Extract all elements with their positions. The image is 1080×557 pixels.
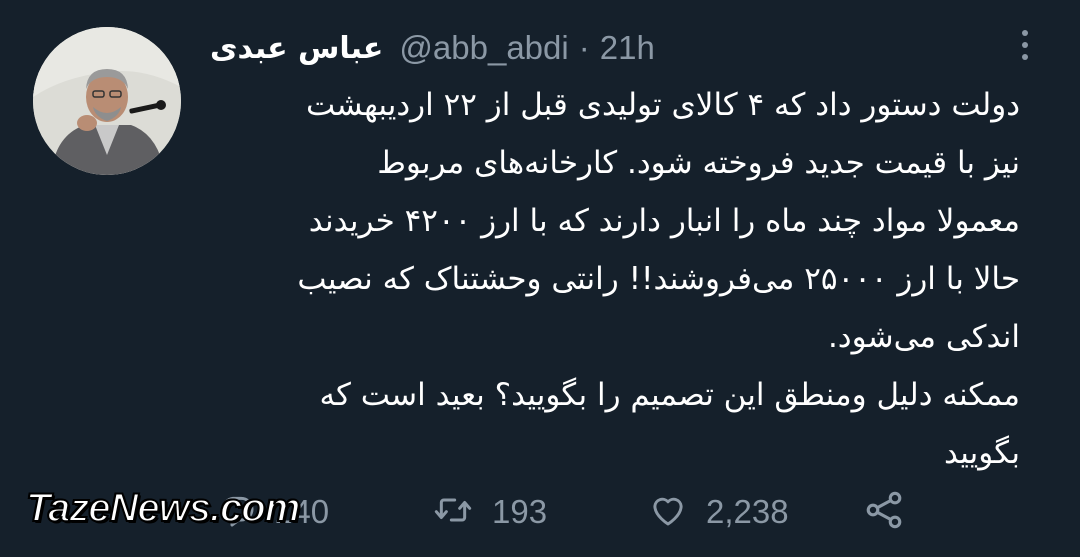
tweet-text-line: معمولا مواد چند ماه را انبار دارند که با… <box>308 203 1020 239</box>
retweet-button[interactable]: 193 <box>428 484 547 540</box>
tweet-text: دولت دستور داد که ۴ کالای تولیدی قبل از … <box>200 76 1020 482</box>
retweet-count: 193 <box>492 493 548 530</box>
tweet-header: عباس عبدی @abb_abdi · 21h <box>210 24 655 72</box>
user-handle[interactable]: @abb_abdi <box>399 29 568 67</box>
tweet-text-line: دولت دستور داد که ۴ کالای تولیدی قبل از … <box>305 87 1020 123</box>
tweet[interactable]: عباس عبدی @abb_abdi · 21h دولت دستور داد… <box>0 0 1080 557</box>
like-count: 2,238 <box>706 493 789 530</box>
tweet-text-line: نیز با قیمت جدید فروخته شود. کارخانه‌های… <box>377 145 1020 181</box>
like-icon <box>644 489 692 535</box>
display-name[interactable]: عباس عبدی <box>210 31 383 66</box>
like-button[interactable]: 2,238 <box>644 484 789 540</box>
timestamp[interactable]: 21h <box>600 29 655 67</box>
avatar-photo <box>33 27 181 175</box>
avatar[interactable] <box>33 27 181 175</box>
more-icon[interactable] <box>1010 30 1040 60</box>
tweet-text-line: اندکی می‌شود. <box>827 319 1020 355</box>
retweet-icon <box>428 490 478 534</box>
separator-dot: · <box>578 29 590 66</box>
tweet-text-line: حالا با ارز ۲۵۰۰۰ می‌فروشند!! رانتی وحشت… <box>297 261 1020 297</box>
tweet-text-line: بگویید <box>943 435 1020 471</box>
share-button[interactable] <box>860 484 908 540</box>
watermark-logo: TazeNews.com <box>25 485 301 531</box>
tweet-text-line: ممکنه دلیل ومنطق این تصمیم را بگویید؟ بع… <box>319 377 1020 413</box>
share-icon <box>860 488 908 536</box>
